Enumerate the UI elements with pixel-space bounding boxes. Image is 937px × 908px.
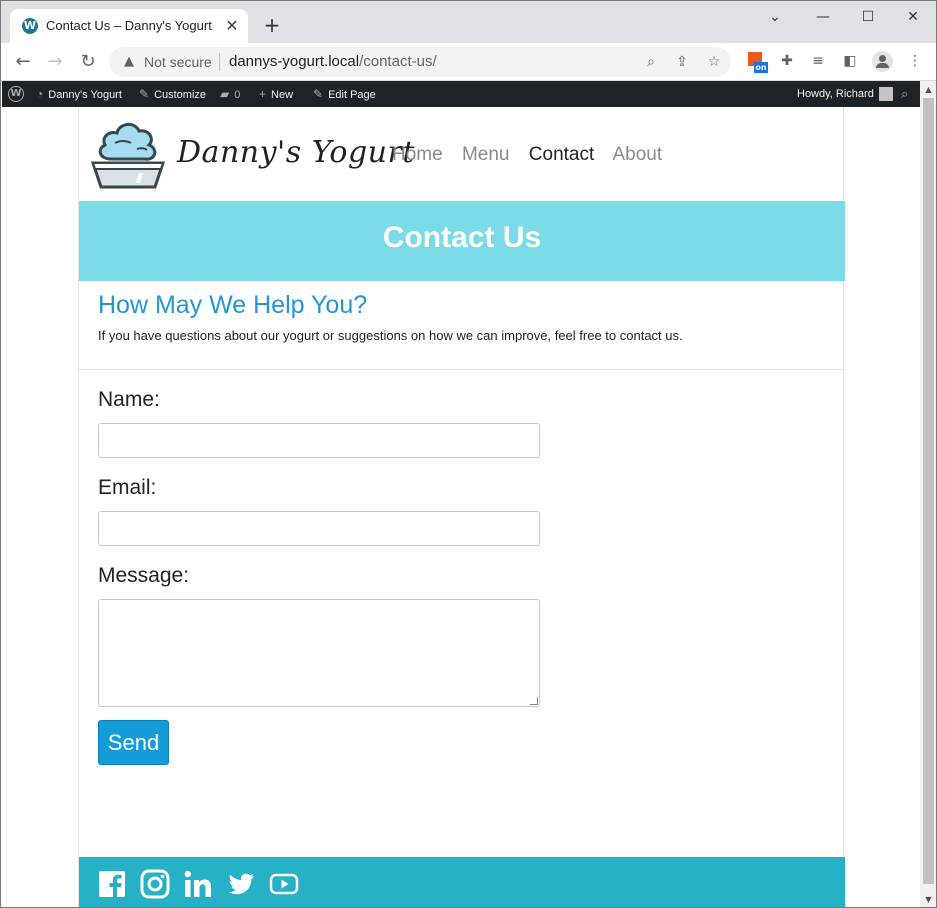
name-field[interactable] (98, 423, 540, 458)
extensions-puzzle-icon[interactable]: ✚ (777, 51, 797, 71)
message-field[interactable] (98, 599, 540, 707)
profile-head (879, 55, 886, 62)
profile-body (876, 63, 889, 68)
intro-heading: How May We Help You? (98, 291, 368, 319)
nav-home[interactable]: Home (392, 144, 443, 165)
security-label[interactable]: Not secure (144, 54, 212, 70)
media-control-icon[interactable]: ≡ (808, 51, 828, 71)
admin-comments[interactable]: ▰ 0 (220, 81, 240, 107)
tab-strip: W Contact Us – Danny's Yogurt ✕ + ⌄ — ☐ … (1, 1, 936, 43)
section-divider (79, 369, 845, 370)
nav-menu[interactable]: Menu (462, 144, 510, 165)
url-path: /contact-us/ (359, 53, 437, 70)
forward-icon[interactable]: → (44, 51, 66, 73)
scroll-up-icon[interactable]: ▲ (920, 81, 936, 98)
browser-window: W Contact Us – Danny's Yogurt ✕ + ⌄ — ☐ … (0, 0, 937, 908)
pencil-icon: ✎ (313, 87, 324, 101)
site-title[interactable]: Danny's Yogurt (177, 135, 415, 170)
nav-contact[interactable]: Contact (529, 144, 594, 165)
new-tab-icon[interactable]: + (261, 14, 283, 36)
email-field[interactable] (98, 511, 540, 546)
reload-icon[interactable]: ↻ (77, 51, 99, 73)
main-nav: Home Menu Contact About (392, 144, 676, 166)
plus-icon: + (259, 87, 267, 101)
maximize-icon[interactable]: ☐ (853, 7, 883, 27)
warning-icon[interactable]: ▲ (121, 54, 137, 70)
url-host: dannys-yogurt.local (229, 53, 360, 70)
scroll-thumb[interactable] (923, 98, 934, 884)
minimize-icon[interactable]: — (808, 7, 838, 27)
tab-title: Contact Us – Danny's Yogurt (46, 18, 212, 33)
linkedin-icon[interactable] (183, 869, 213, 899)
send-button[interactable]: Send (98, 720, 169, 765)
twitter-icon[interactable] (226, 869, 256, 899)
close-tab-icon[interactable]: ✕ (222, 16, 242, 36)
admin-search-icon[interactable]: ⌕ (901, 81, 908, 107)
nav-about[interactable]: About (613, 144, 663, 165)
url-text[interactable]: dannys-yogurt.local/contact-us/ (229, 53, 437, 70)
share-icon[interactable]: ⇪ (673, 53, 691, 71)
user-avatar (878, 87, 893, 102)
instagram-icon[interactable] (140, 869, 170, 899)
admin-site-name[interactable]: ◔ Danny's Yogurt (36, 81, 122, 107)
tab-search-chevron-icon[interactable]: ⌄ (760, 7, 790, 27)
bookmark-star-icon[interactable]: ☆ (705, 53, 723, 71)
facebook-icon[interactable] (97, 869, 127, 899)
yogurt-logo-icon[interactable] (91, 119, 165, 191)
wp-admin-bar: W ◔ Danny's Yogurt ✎ Customize ▰ 0 + New ✎ Ed… (2, 81, 920, 107)
admin-new[interactable]: + New (259, 81, 293, 107)
site-footer (79, 857, 845, 907)
scroll-down-icon[interactable]: ▼ (920, 891, 936, 907)
resize-handle-icon[interactable] (530, 697, 538, 705)
page-content: Danny's Yogurt Home Menu Contact About C… (78, 107, 845, 907)
admin-edit-page[interactable]: ✎ Edit Page (313, 81, 376, 107)
comment-icon: ▰ (220, 87, 230, 101)
email-label: Email: (98, 476, 157, 499)
extension-badge: on (754, 62, 768, 73)
wordpress-logo-icon[interactable]: W (8, 86, 24, 102)
name-label: Name: (98, 388, 160, 411)
browser-menu-icon[interactable]: ⋮ (905, 51, 925, 71)
page-scrollbar[interactable]: ▲ ▼ (920, 81, 936, 907)
youtube-icon[interactable] (269, 869, 299, 899)
close-window-icon[interactable]: ✕ (898, 7, 928, 27)
message-label: Message: (98, 564, 190, 587)
browser-tab[interactable]: W Contact Us – Danny's Yogurt ✕ (10, 9, 248, 43)
address-bar[interactable]: ▲ Not secure dannys-yogurt.local/contact… (109, 47, 731, 77)
brush-icon: ✎ (139, 87, 150, 101)
page-title: Contact Us (382, 221, 542, 254)
back-icon[interactable]: ← (12, 51, 34, 73)
extension-on-icon[interactable]: on (748, 52, 768, 74)
zoom-icon[interactable]: ⌕ (642, 53, 660, 71)
hero-banner: Contact Us (79, 201, 845, 281)
side-panel-icon[interactable]: ◧ (840, 51, 860, 71)
admin-howdy[interactable]: Howdy, Richard (797, 81, 893, 107)
dashboard-icon: ◔ (36, 87, 44, 101)
admin-customize[interactable]: ✎ Customize (139, 81, 206, 107)
intro-text: If you have questions about our yogurt o… (98, 328, 683, 343)
wordpress-favicon-icon: W (22, 18, 38, 34)
site-header: Danny's Yogurt Home Menu Contact About (79, 107, 845, 201)
omnibox-separator (219, 53, 220, 71)
profile-avatar-icon[interactable] (872, 51, 893, 72)
